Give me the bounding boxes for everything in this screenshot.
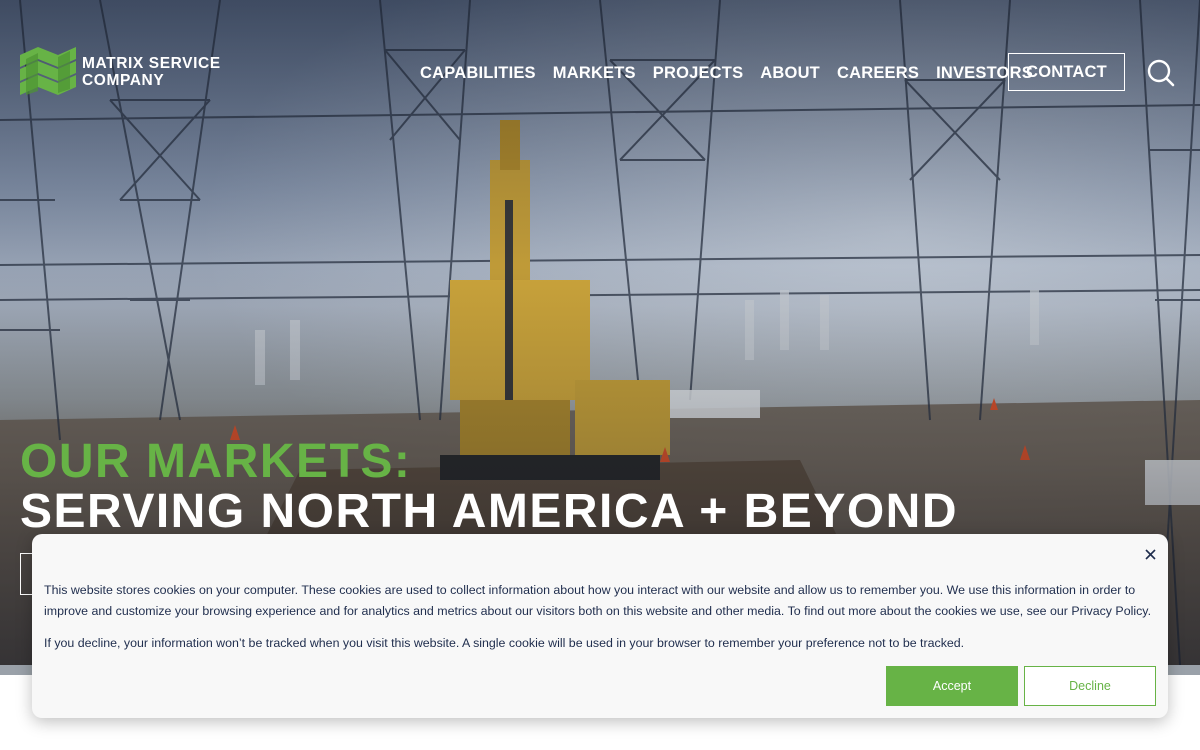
search-icon[interactable]: [1147, 59, 1175, 87]
main-nav: CAPABILITIES MARKETS PROJECTS ABOUT CARE…: [420, 62, 1050, 84]
logo-wordmark: MATRIX SERVICE COMPANY: [82, 55, 221, 89]
nav-projects[interactable]: PROJECTS: [653, 62, 744, 84]
hero-title: SERVING NORTH AMERICA + BEYOND: [20, 485, 958, 538]
nav-markets[interactable]: MARKETS: [553, 62, 636, 84]
cookie-banner: This website stores cookies on your comp…: [32, 534, 1168, 718]
nav-capabilities[interactable]: CAPABILITIES: [420, 62, 536, 84]
hero-eyebrow: OUR MARKETS:: [20, 435, 412, 488]
logo[interactable]: MATRIX SERVICE COMPANY: [20, 47, 221, 97]
logo-line-2: COMPANY: [82, 72, 165, 89]
nav-careers[interactable]: CAREERS: [837, 62, 919, 84]
close-icon[interactable]: [1142, 545, 1158, 563]
logo-line-1: MATRIX SERVICE: [82, 55, 221, 72]
nav-about[interactable]: ABOUT: [760, 62, 820, 84]
accept-button[interactable]: Accept: [886, 666, 1018, 706]
cookie-text-decline-info: If you decline, your information won’t b…: [44, 636, 965, 650]
cookie-text-main: This website stores cookies on your comp…: [44, 583, 1152, 618]
matrix-logo-mark-icon: [20, 47, 76, 95]
decline-button[interactable]: Decline: [1024, 666, 1156, 706]
contact-button[interactable]: CONTACT: [1008, 53, 1125, 91]
